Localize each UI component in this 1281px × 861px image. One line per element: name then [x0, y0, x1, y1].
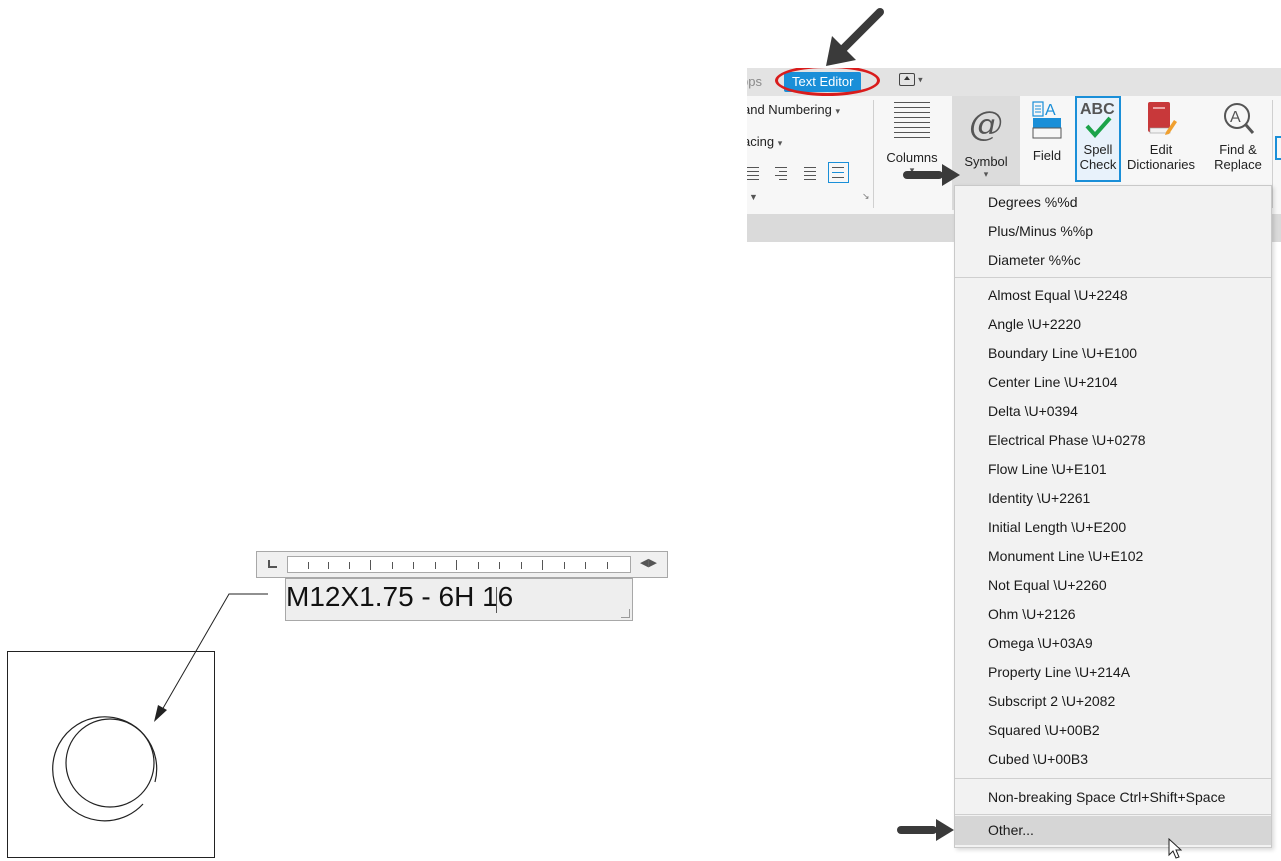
menu-item-identity[interactable]: Identity \U+2261	[955, 484, 1271, 513]
svg-text:ABC: ABC	[1080, 101, 1115, 118]
align-center-icon[interactable]	[747, 162, 764, 183]
menu-item-plus-minus[interactable]: Plus/Minus %%p	[955, 217, 1271, 246]
tab-stop-icon[interactable]	[268, 560, 277, 568]
at-sign-icon: @	[969, 104, 1003, 144]
field-icon: A	[1032, 100, 1062, 140]
menu-item-flow-line[interactable]: Flow Line \U+E101	[955, 455, 1271, 484]
chevron-down-icon: ▾	[835, 106, 841, 116]
mtext-content[interactable]: M12X1.75 - 6H 16	[286, 581, 513, 613]
justify-icon[interactable]	[800, 162, 821, 183]
find-replace-button[interactable]: A Find & Replace	[1205, 100, 1271, 184]
align-right-icon[interactable]	[771, 162, 792, 183]
menu-separator	[955, 277, 1271, 278]
svg-text:A: A	[1230, 109, 1241, 126]
dialog-launcher-icon[interactable]: ↘	[862, 191, 870, 202]
menu-item-cubed[interactable]: Cubed \U+00B3	[955, 745, 1271, 774]
menu-item-degrees[interactable]: Degrees %%d	[955, 188, 1271, 217]
pointer-arrow-symbol-shaft	[903, 171, 943, 179]
spell-label-1: Spell	[1083, 142, 1113, 157]
group-dropdown-icon[interactable]: ▼	[749, 192, 758, 202]
line-spacing-button[interactable]: acing ▾	[747, 134, 782, 149]
group-divider	[1272, 100, 1273, 208]
pointer-arrow-symbol-head	[942, 164, 960, 186]
pointer-arrow-tab	[826, 8, 884, 66]
find-label-2: Replace	[1214, 157, 1262, 172]
menu-item-center-line[interactable]: Center Line \U+2104	[955, 368, 1271, 397]
distribute-icon[interactable]	[828, 162, 850, 183]
group-divider	[873, 100, 874, 208]
ruler-track[interactable]	[287, 556, 631, 573]
menu-separator	[955, 778, 1271, 779]
alignment-buttons	[747, 162, 852, 183]
bullets-numbering-label: and Numbering	[747, 102, 832, 117]
symbol-dropdown-menu: Degrees %%d Plus/Minus %%p Diameter %%c …	[954, 185, 1272, 848]
pointer-arrow-other-shaft	[897, 826, 937, 834]
menu-item-squared[interactable]: Squared \U+00B2	[955, 716, 1271, 745]
quick-access-toolbar-icon[interactable]: ▾	[899, 73, 929, 91]
edit-dict-label-1: Edit	[1149, 142, 1173, 157]
line-spacing-label: acing	[747, 134, 775, 149]
menu-item-boundary-line[interactable]: Boundary Line \U+E100	[955, 339, 1271, 368]
field-label: Field	[1032, 148, 1062, 163]
menu-item-initial-length[interactable]: Initial Length \U+E200	[955, 513, 1271, 542]
edit-dictionaries-button[interactable]: Edit Dictionaries	[1121, 100, 1201, 184]
menu-item-property-line[interactable]: Property Line \U+214A	[955, 658, 1271, 687]
menu-item-almost-equal[interactable]: Almost Equal \U+2248	[955, 281, 1271, 310]
tab-apps[interactable]: pps	[747, 74, 762, 89]
menu-item-angle[interactable]: Angle \U+2220	[955, 310, 1271, 339]
mouse-pointer-icon	[1168, 838, 1182, 859]
spell-label-2: Check	[1079, 157, 1117, 172]
field-button[interactable]: A Field	[1023, 100, 1071, 184]
menu-item-not-equal[interactable]: Not Equal \U+2260	[955, 571, 1271, 600]
columns-label: Columns	[886, 150, 938, 165]
resize-grip-icon[interactable]	[621, 609, 630, 618]
symbol-label: Symbol	[964, 154, 1008, 169]
menu-item-omega[interactable]: Omega \U+03A9	[955, 629, 1271, 658]
mtext-editor-box[interactable]: M12X1.75 - 6H 16	[285, 578, 633, 621]
bullets-numbering-button[interactable]: and Numbering ▾	[747, 102, 840, 117]
chevron-down-icon: ▾	[983, 169, 989, 179]
spell-check-button[interactable]: ABC Spell Check	[1075, 96, 1121, 182]
text-ibeam-cursor	[496, 587, 497, 613]
mtext-ruler[interactable]: ◀▶	[256, 551, 668, 578]
edit-dict-label-2: Dictionaries	[1127, 157, 1195, 172]
svg-text:A: A	[1045, 102, 1056, 119]
columns-icon	[894, 100, 930, 140]
dictionary-book-icon	[1144, 100, 1178, 140]
clipped-ribbon-button[interactable]	[1275, 136, 1281, 160]
menu-item-ohm[interactable]: Ohm \U+2126	[955, 600, 1271, 629]
pointer-arrow-other-head	[936, 819, 954, 841]
menu-item-monument-line[interactable]: Monument Line \U+E102	[955, 542, 1271, 571]
menu-item-non-breaking-space[interactable]: Non-breaking Space Ctrl+Shift+Space	[955, 783, 1271, 812]
menu-separator	[955, 814, 1271, 815]
drawing-frame	[7, 651, 215, 858]
spell-check-icon: ABC	[1079, 98, 1117, 142]
find-replace-icon: A	[1221, 100, 1255, 140]
menu-item-other[interactable]: Other...	[955, 816, 1271, 845]
ruler-width-arrows-icon[interactable]: ◀▶	[640, 556, 657, 569]
menu-item-subscript-2[interactable]: Subscript 2 \U+2082	[955, 687, 1271, 716]
menu-item-diameter[interactable]: Diameter %%c	[955, 246, 1271, 275]
chevron-down-icon: ▾	[777, 138, 783, 148]
menu-item-delta[interactable]: Delta \U+0394	[955, 397, 1271, 426]
find-label-1: Find &	[1219, 142, 1257, 157]
menu-item-electrical-phase[interactable]: Electrical Phase \U+0278	[955, 426, 1271, 455]
